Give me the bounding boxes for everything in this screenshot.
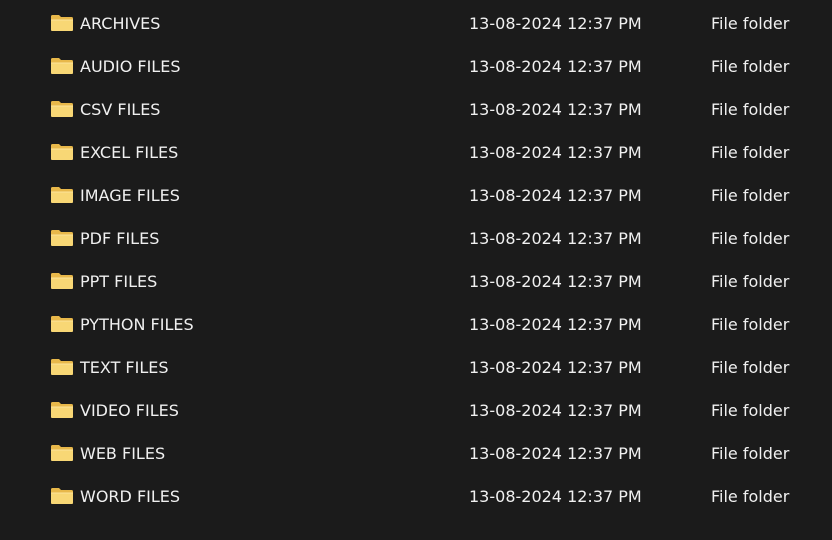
file-type: File folder [711,401,790,420]
file-name: WORD FILES [80,487,181,506]
file-date-modified: 13-08-2024 12:37 PM [469,444,642,463]
file-date-modified: 13-08-2024 12:37 PM [469,143,642,162]
file-date-modified: 13-08-2024 12:37 PM [469,14,642,33]
file-type: File folder [711,444,790,463]
file-date-modified: 13-08-2024 12:37 PM [469,186,642,205]
file-type: File folder [711,100,790,119]
file-type: File folder [711,57,790,76]
file-type: File folder [711,143,790,162]
file-row-image-files[interactable]: IMAGE FILES 13-08-2024 12:37 PM File fol… [0,174,832,217]
file-row-web-files[interactable]: WEB FILES 13-08-2024 12:37 PM File folde… [0,432,832,475]
file-name: IMAGE FILES [80,186,180,205]
file-row-text-files[interactable]: TEXT FILES 13-08-2024 12:37 PM File fold… [0,346,832,389]
folder-icon [51,58,73,74]
file-row-video-files[interactable]: VIDEO FILES 13-08-2024 12:37 PM File fol… [0,389,832,432]
file-date-modified: 13-08-2024 12:37 PM [469,57,642,76]
file-date-modified: 13-08-2024 12:37 PM [469,229,642,248]
folder-icon [51,101,73,117]
file-row-csv-files[interactable]: CSV FILES 13-08-2024 12:37 PM File folde… [0,88,832,131]
file-date-modified: 13-08-2024 12:37 PM [469,401,642,420]
file-name: PYTHON FILES [80,315,194,334]
file-row-audio-files[interactable]: AUDIO FILES 13-08-2024 12:37 PM File fol… [0,45,832,88]
folder-icon [51,273,73,289]
folder-icon [51,359,73,375]
folder-icon [51,15,73,31]
file-date-modified: 13-08-2024 12:37 PM [469,100,642,119]
folder-icon [51,445,73,461]
file-name: VIDEO FILES [80,401,179,420]
file-row-pdf-files[interactable]: PDF FILES 13-08-2024 12:37 PM File folde… [0,217,832,260]
file-name: WEB FILES [80,444,166,463]
folder-icon [51,230,73,246]
file-name: EXCEL FILES [80,143,179,162]
file-type: File folder [711,186,790,205]
folder-icon [51,144,73,160]
file-row-ppt-files[interactable]: PPT FILES 13-08-2024 12:37 PM File folde… [0,260,832,303]
file-name: PPT FILES [80,272,158,291]
file-row-word-files[interactable]: WORD FILES 13-08-2024 12:37 PM File fold… [0,475,832,518]
file-date-modified: 13-08-2024 12:37 PM [469,315,642,334]
file-name: AUDIO FILES [80,57,181,76]
file-type: File folder [711,315,790,334]
file-type: File folder [711,229,790,248]
folder-icon [51,402,73,418]
file-name: TEXT FILES [80,358,169,377]
file-date-modified: 13-08-2024 12:37 PM [469,487,642,506]
file-row-python-files[interactable]: PYTHON FILES 13-08-2024 12:37 PM File fo… [0,303,832,346]
file-type: File folder [711,487,790,506]
file-name: ARCHIVES [80,14,161,33]
file-list: ARCHIVES 13-08-2024 12:37 PM File folder… [0,2,832,518]
folder-icon [51,488,73,504]
file-name: CSV FILES [80,100,161,119]
file-type: File folder [711,272,790,291]
file-row-archives[interactable]: ARCHIVES 13-08-2024 12:37 PM File folder [0,2,832,45]
file-row-excel-files[interactable]: EXCEL FILES 13-08-2024 12:37 PM File fol… [0,131,832,174]
folder-icon [51,187,73,203]
file-date-modified: 13-08-2024 12:37 PM [469,358,642,377]
folder-icon [51,316,73,332]
file-name: PDF FILES [80,229,160,248]
file-type: File folder [711,14,790,33]
file-date-modified: 13-08-2024 12:37 PM [469,272,642,291]
file-type: File folder [711,358,790,377]
